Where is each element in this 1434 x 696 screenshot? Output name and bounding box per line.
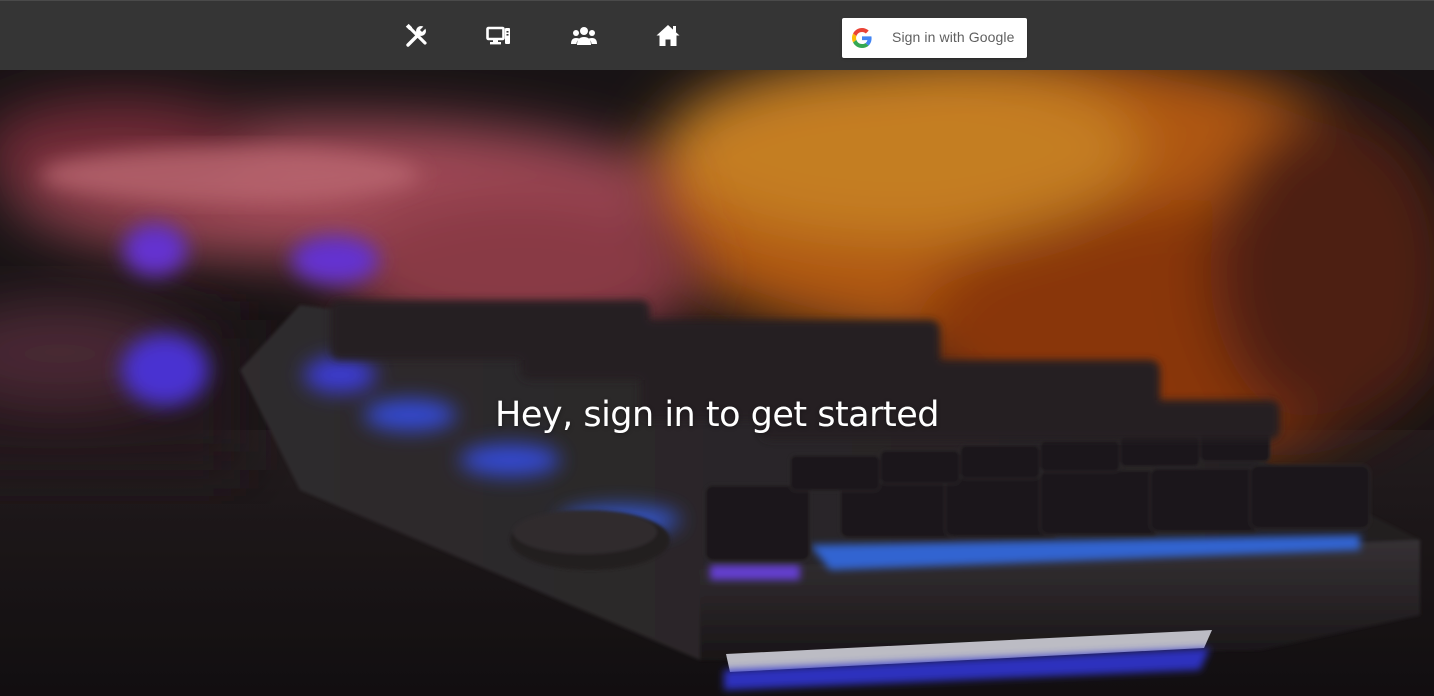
tools-icon-glyph — [405, 23, 428, 47]
page: Sign in with Google Hey, sign in to get … — [0, 0, 1434, 696]
tools-icon[interactable] — [404, 23, 430, 49]
devices-icon-glyph — [486, 26, 510, 45]
google-g-icon — [852, 28, 872, 48]
home-icon[interactable] — [655, 23, 681, 49]
home-icon-glyph — [656, 25, 680, 46]
hero-section: Hey, sign in to get started — [0, 70, 1434, 696]
keyboard-background-image — [0, 70, 1434, 696]
devices-icon[interactable] — [486, 23, 512, 49]
users-icon[interactable] — [571, 23, 597, 49]
google-sign-in-button[interactable]: Sign in with Google — [842, 18, 1027, 58]
users-icon-glyph — [571, 27, 597, 45]
top-navbar: Sign in with Google — [0, 0, 1434, 70]
google-sign-in-label: Sign in with Google — [892, 29, 1015, 45]
hero-title: Hey, sign in to get started — [495, 395, 939, 435]
